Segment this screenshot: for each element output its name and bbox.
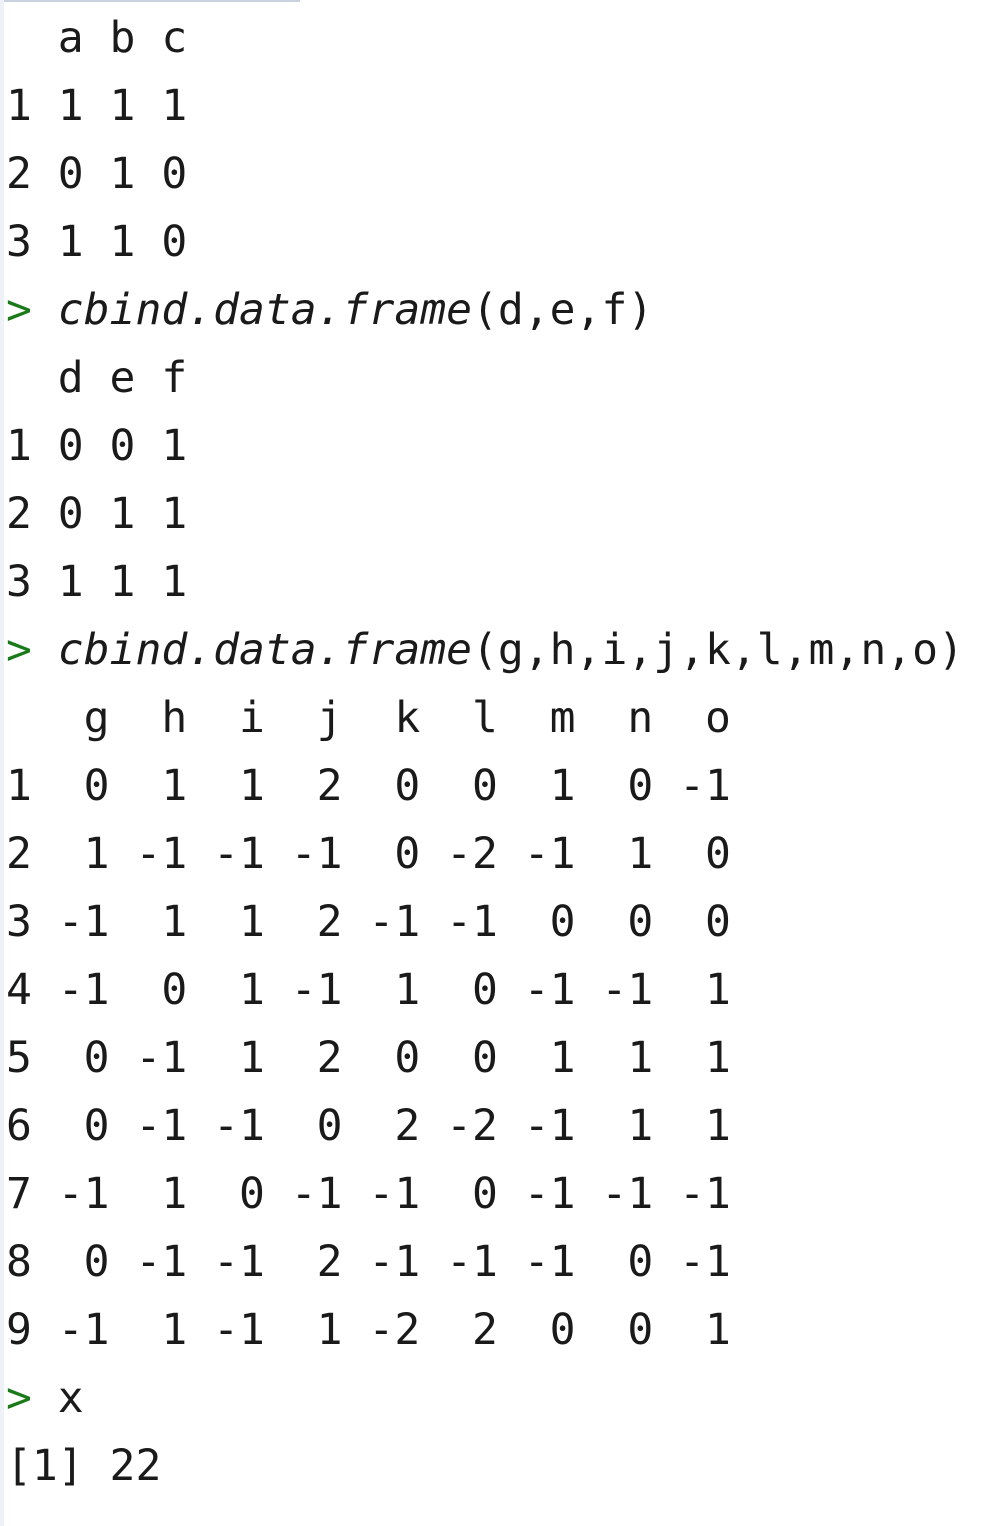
output-line: g h i j k l m n o [6,693,731,743]
r-console-output[interactable]: a b c 1 1 1 1 2 0 1 0 3 1 1 0 > cbind.data.f… [6,4,964,1500]
output-line: 2 1 -1 -1 -1 0 -2 -1 1 0 [6,829,731,879]
output-line: 5 0 -1 1 2 0 0 1 1 1 [6,1033,731,1083]
output-line: [1] 22 [6,1441,162,1491]
output-line: 1 0 0 1 [6,421,188,471]
output-line: 1 1 1 1 [6,81,188,131]
output-line: 8 0 -1 -1 2 -1 -1 -1 0 -1 [6,1237,731,1287]
command-line: > cbind.data.frame(d,e,f) [6,276,964,344]
command-args: (g,h,i,j,k,l,m,n,o) [472,625,964,675]
prompt-symbol: > [6,285,32,335]
command-function: x [57,1373,84,1423]
top-edge-bar [0,0,300,2]
output-line: 1 0 1 1 2 0 0 1 0 -1 [6,761,731,811]
prompt-symbol: > [6,1373,32,1423]
output-line: 3 1 1 1 [6,557,188,607]
prompt-symbol: > [6,625,32,675]
output-line: 9 -1 1 -1 1 -2 2 0 0 1 [6,1305,731,1355]
console-gutter [0,0,4,1526]
output-line: a b c [6,13,188,63]
output-line: 7 -1 1 0 -1 -1 0 -1 -1 -1 [6,1169,731,1219]
output-line: 6 0 -1 -1 0 2 -2 -1 1 1 [6,1101,731,1151]
output-line: d e f [6,353,188,403]
output-line: 3 1 1 0 [6,217,188,267]
output-line: 3 -1 1 1 2 -1 -1 0 0 0 [6,897,731,947]
output-line: 2 0 1 0 [6,149,188,199]
output-line: 4 -1 0 1 -1 1 0 -1 -1 1 [6,965,731,1015]
command-line: > x [6,1364,964,1432]
output-line: 2 0 1 1 [6,489,188,539]
command-line: > cbind.data.frame(g,h,i,j,k,l,m,n,o) [6,616,964,684]
command-function: cbind.data.frame [57,625,472,675]
command-args: (d,e,f) [472,285,654,335]
command-function: cbind.data.frame [57,285,472,335]
